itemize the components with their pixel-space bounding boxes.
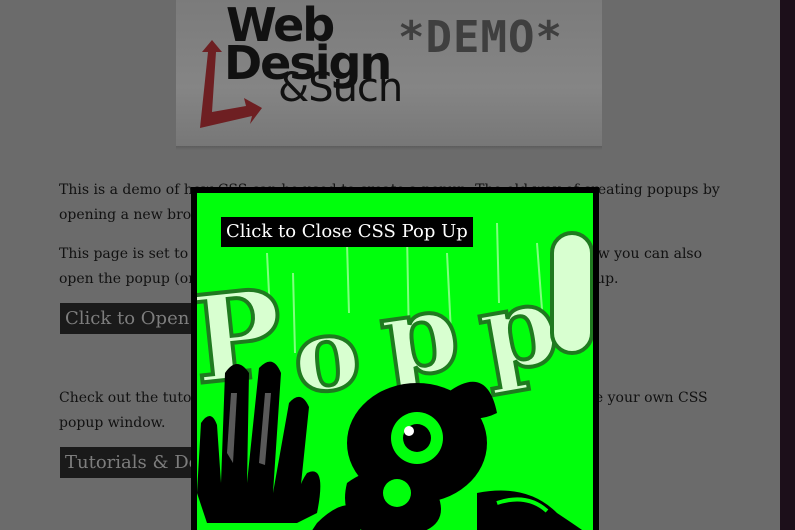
svg-text:p: p [373, 265, 467, 403]
close-popup-button[interactable]: Click to Close CSS Pop Up [221, 217, 473, 247]
popup-content: P o p p Click to Close CSS Pop Up [197, 193, 593, 530]
window-right-edge [780, 0, 795, 530]
logo-shadow [176, 146, 602, 150]
logo-word-such: &Such [278, 65, 403, 111]
css-popup: P o p p Click to Close CSS Pop Up [191, 187, 599, 530]
logo-demo-tag: *DEMO* [398, 12, 563, 63]
